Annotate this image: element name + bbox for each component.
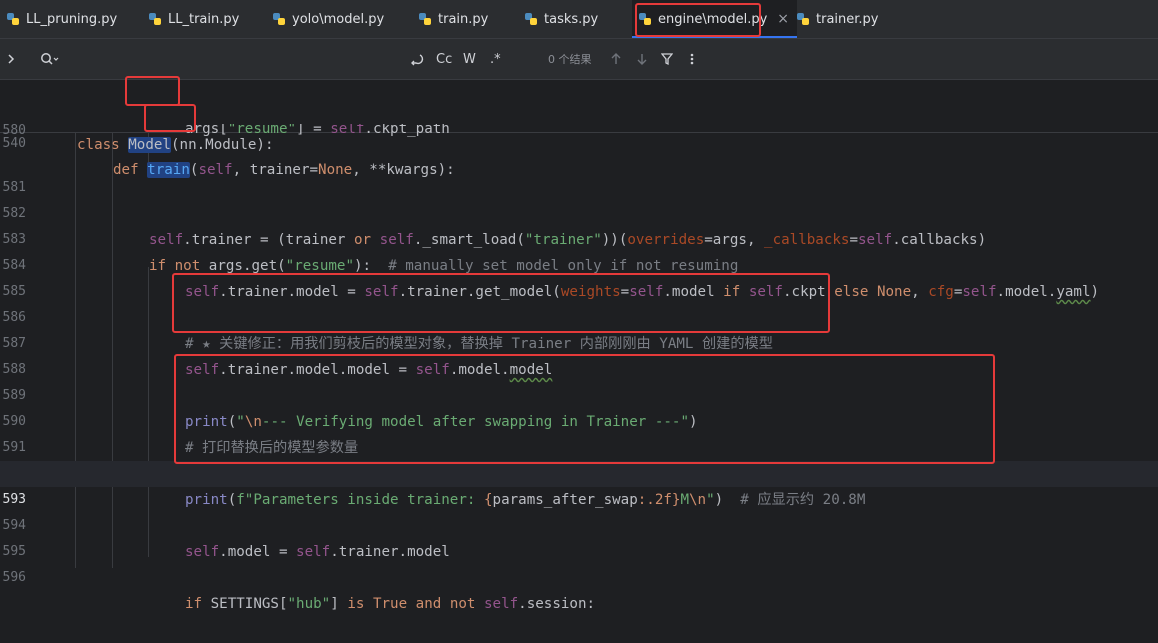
tab-label: LL_pruning.py (26, 11, 118, 27)
python-file-icon (796, 12, 810, 26)
code-line[interactable]: 590 # 打印替换后的模型参数量 (0, 383, 1158, 456)
more-options-icon[interactable] (689, 39, 695, 79)
active-tab-indicator (632, 36, 798, 38)
match-case-button[interactable]: Cc (436, 39, 452, 79)
arrow-up-icon[interactable] (610, 39, 622, 79)
sticky-line[interactable]: 14 class Model(nn.Module): (0, 80, 1158, 153)
code-line[interactable]: 583 if not args.get("resume"): # manuall… (0, 201, 1158, 274)
tab-train[interactable]: train.py (418, 0, 488, 38)
code-line[interactable]: 582 self.trainer = (trainer or self._sma… (0, 175, 1158, 248)
tab-tasks[interactable]: tasks.py (524, 0, 598, 38)
code-line[interactable]: 592 print(f"Parameters inside trainer: {… (0, 435, 1158, 508)
code-line[interactable]: 587 self.trainer.model.model = self.mode… (0, 305, 1158, 378)
code-line-current[interactable]: 593 (0, 461, 1158, 507)
code-line[interactable]: 588 (0, 331, 1158, 377)
whole-word-button[interactable]: W (463, 39, 476, 79)
code-line[interactable]: 595 (0, 513, 1158, 559)
tab-yolo-model[interactable]: yolo\model.py (272, 0, 384, 38)
filter-icon[interactable] (661, 39, 673, 79)
tab-label: LL_train.py (168, 11, 240, 27)
tab-label: engine\model.py (658, 11, 768, 27)
tab-label: trainer.py (816, 11, 879, 27)
line-number: 596 (2, 570, 26, 585)
tab-label: yolo\model.py (292, 11, 385, 27)
code-line[interactable]: 596 if SETTINGS["hub"] is True and not s… (0, 539, 1158, 612)
tab-trainer[interactable]: trainer.py (796, 0, 879, 38)
python-file-icon (272, 12, 286, 26)
close-icon[interactable]: × (777, 11, 789, 27)
code-line[interactable]: 594 self.model = self.trainer.model (0, 487, 1158, 560)
arrow-down-icon[interactable] (636, 39, 648, 79)
code-line[interactable]: 586 # ★ 关键修正：用我们剪枝后的模型对象，替换掉 Trainer 内部刚… (0, 279, 1158, 352)
python-file-icon (418, 12, 432, 26)
expand-replace-icon[interactable] (6, 39, 16, 79)
tab-label: train.py (438, 11, 489, 27)
code-line[interactable]: 589 print("\n--- Verifying model after s… (0, 357, 1158, 430)
code-line[interactable]: 581 (0, 149, 1158, 195)
python-file-icon (148, 12, 162, 26)
python-file-icon (524, 12, 538, 26)
search-results-count: 0 个结果 (548, 53, 592, 66)
regex-button[interactable]: .* (490, 39, 501, 79)
tab-ll-pruning[interactable]: LL_pruning.py (6, 0, 117, 38)
python-file-icon (6, 12, 20, 26)
editor-tab-bar: LL_pruning.py LL_train.py yolo\model.py … (0, 0, 1158, 39)
code-text: args["resume"] = self.ckpt_path (185, 124, 450, 137)
python-file-icon (638, 12, 652, 26)
tab-engine-model[interactable]: engine\model.py × (632, 0, 798, 38)
code-line[interactable]: 584 self.trainer.model = self.trainer.ge… (0, 227, 1158, 300)
code-text: if SETTINGS["hub"] is True and not self.… (185, 596, 596, 612)
tab-label: tasks.py (544, 11, 599, 27)
new-line-icon[interactable] (408, 39, 424, 79)
find-bar: Cc W .* 0 个结果 (0, 39, 1158, 80)
code-editor[interactable]: 14 class Model(nn.Module): 540 def train… (0, 80, 1158, 612)
code-line[interactable]: 580 args["resume"] = self.ckpt_path (0, 124, 1158, 142)
code-line[interactable]: 591 params_after_swap = sum(p.numel() fo… (0, 409, 1158, 482)
search-icon[interactable] (40, 39, 60, 79)
tab-ll-train[interactable]: LL_train.py (148, 0, 239, 38)
code-line[interactable]: 585 (0, 253, 1158, 299)
line-number: 580 (2, 124, 26, 138)
